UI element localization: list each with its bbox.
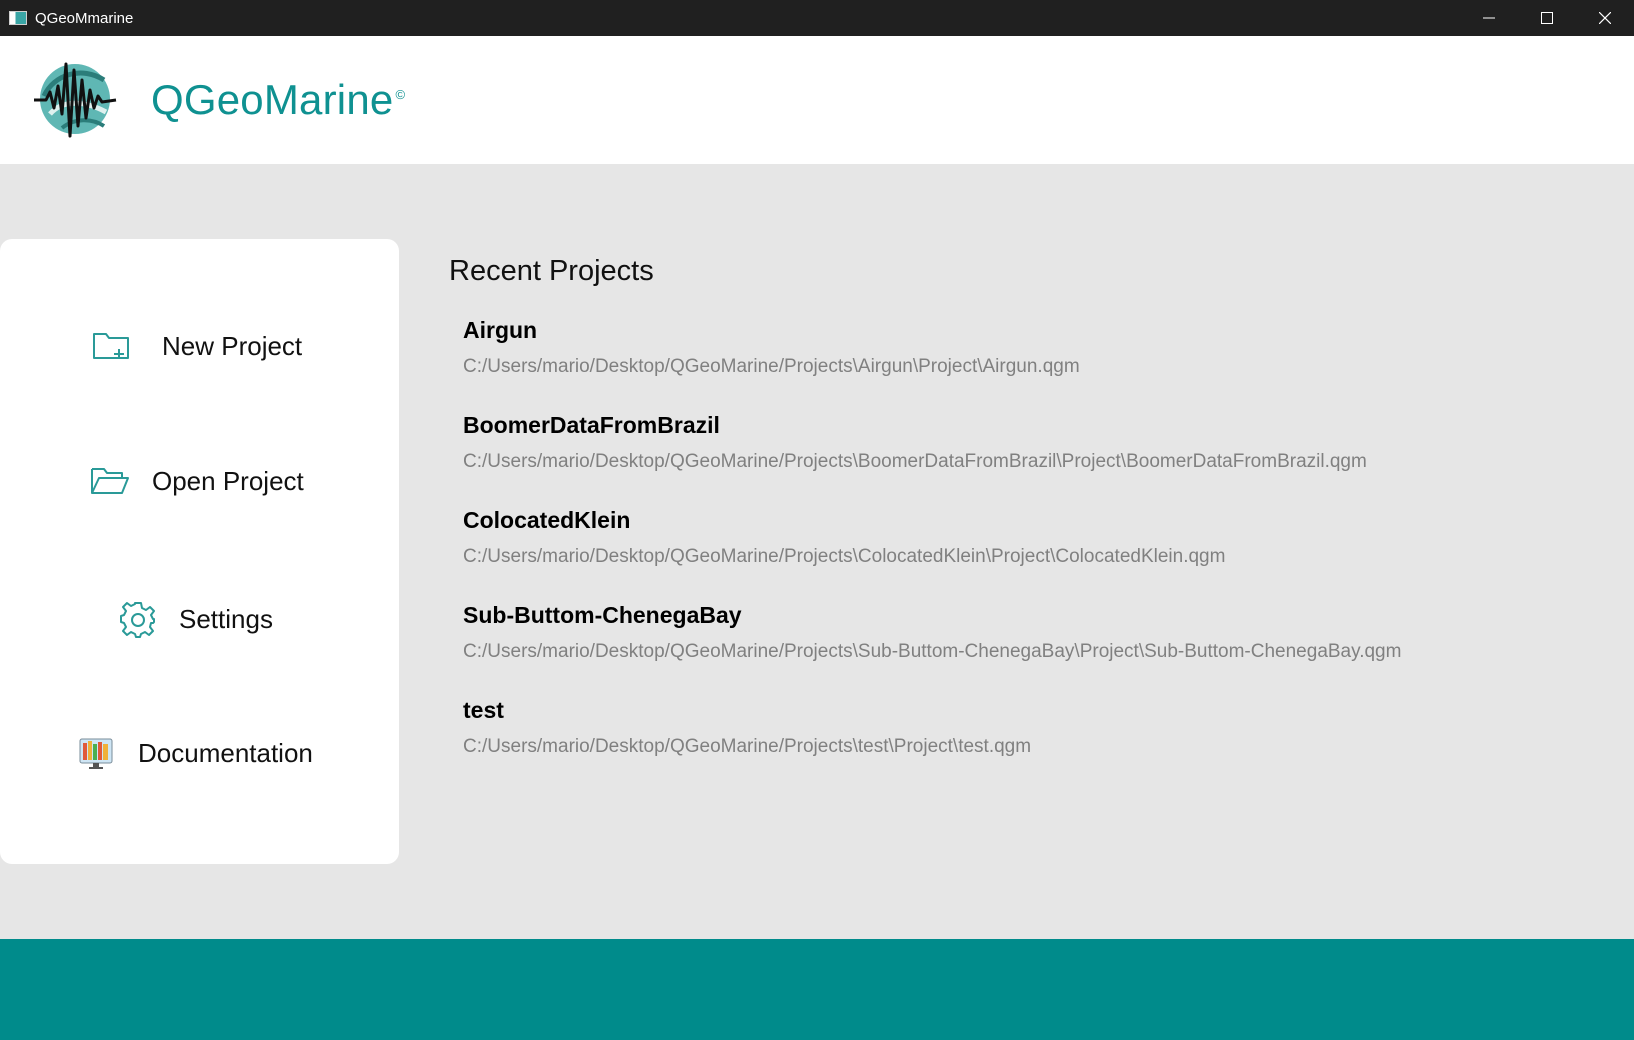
recent-projects-list: Airgun C:/Users/mario/Desktop/QGeoMarine… <box>463 315 1613 790</box>
folder-open-icon <box>90 465 130 497</box>
window-title: QGeoMmarine <box>35 9 134 27</box>
list-item[interactable]: test C:/Users/mario/Desktop/QGeoMarine/P… <box>463 695 1613 790</box>
documentation-button[interactable]: Documentation <box>78 735 313 771</box>
project-name: Airgun <box>463 317 538 343</box>
project-name: ColocatedKlein <box>463 507 631 533</box>
seismic-wave-logo-icon <box>34 62 117 138</box>
project-path: C:/Users/mario/Desktop/QGeoMarine/Projec… <box>463 356 1080 377</box>
settings-button[interactable]: Settings <box>119 600 273 638</box>
recent-projects-heading: Recent Projects <box>449 255 654 287</box>
footer-bar <box>0 939 1634 1040</box>
brand-name: QGeoMarine <box>151 76 394 123</box>
list-item[interactable]: Airgun C:/Users/mario/Desktop/QGeoMarine… <box>463 315 1613 410</box>
minimize-icon <box>1483 17 1495 19</box>
list-item[interactable]: Sub-Buttom-ChenegaBay C:/Users/mario/Des… <box>463 600 1613 695</box>
maximize-button[interactable] <box>1518 0 1576 36</box>
project-name: test <box>463 697 504 723</box>
folder-plus-icon <box>92 330 132 362</box>
maximize-icon <box>1541 12 1553 24</box>
project-path: C:/Users/mario/Desktop/QGeoMarine/Projec… <box>463 641 1402 662</box>
window-controls <box>1460 0 1634 36</box>
app-icon <box>9 11 27 25</box>
project-path: C:/Users/mario/Desktop/QGeoMarine/Projec… <box>463 451 1367 472</box>
open-project-button[interactable]: Open Project <box>90 465 304 497</box>
documentation-label: Documentation <box>138 737 313 768</box>
app-header: QGeoMarine © <box>0 36 1634 164</box>
book-shelf-icon <box>78 735 114 771</box>
brand-title: QGeoMarine © <box>151 76 405 124</box>
project-name: Sub-Buttom-ChenegaBay <box>463 602 742 628</box>
project-name: BoomerDataFromBrazil <box>463 412 720 438</box>
new-project-label: New Project <box>162 330 303 361</box>
open-project-label: Open Project <box>152 465 304 496</box>
project-path: C:/Users/mario/Desktop/QGeoMarine/Projec… <box>463 546 1226 567</box>
close-button[interactable] <box>1576 0 1634 36</box>
list-item[interactable]: ColocatedKlein C:/Users/mario/Desktop/QG… <box>463 505 1613 600</box>
gear-icon <box>119 600 157 638</box>
minimize-button[interactable] <box>1460 0 1518 36</box>
settings-label: Settings <box>179 603 273 634</box>
list-item[interactable]: BoomerDataFromBrazil C:/Users/mario/Desk… <box>463 410 1613 505</box>
new-project-button[interactable]: New Project <box>92 330 302 362</box>
close-icon <box>1599 12 1611 24</box>
copyright-mark: © <box>395 87 406 102</box>
project-path: C:/Users/mario/Desktop/QGeoMarine/Projec… <box>463 736 1032 757</box>
title-bar: QGeoMmarine <box>0 0 1634 36</box>
